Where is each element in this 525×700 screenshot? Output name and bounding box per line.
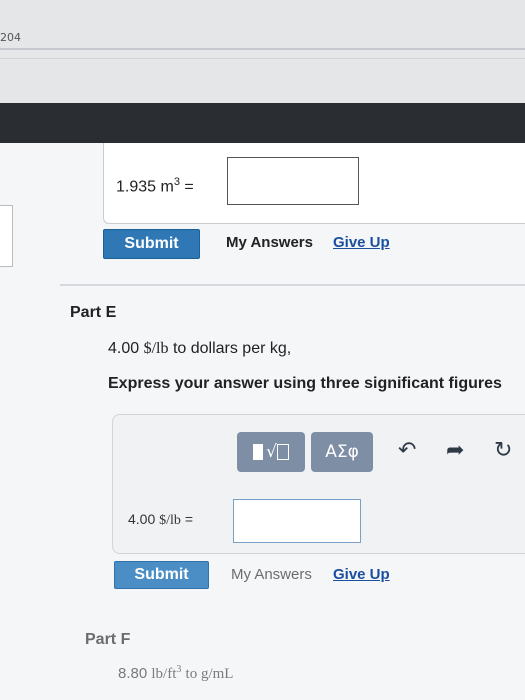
my-answers-link-part-d[interactable]: My Answers <box>226 234 313 251</box>
problem-unit-exponent: 3 <box>176 664 182 675</box>
problem-unit: $/lb <box>143 340 169 357</box>
part-e-problem: 4.00 $/lb to dollars per kg, <box>108 340 291 358</box>
problem-number: 8.80 <box>118 665 148 682</box>
templates-icon <box>253 444 264 460</box>
my-answers-link-part-e[interactable]: My Answers <box>231 566 312 583</box>
top-divider <box>0 48 525 50</box>
expression-text: 1.935 m <box>116 178 174 196</box>
give-up-link-part-d[interactable]: Give Up <box>333 234 390 251</box>
reset-icon[interactable]: ↻ <box>494 438 512 463</box>
undo-icon[interactable]: ↶ <box>398 438 416 463</box>
side-panel-edge <box>0 205 13 267</box>
page-number: 204 <box>0 31 21 44</box>
part-e-title: Part E <box>70 304 117 321</box>
radical-icon: √ <box>266 442 277 462</box>
problem-text: to dollars per kg, <box>172 340 292 357</box>
submit-button-part-e[interactable]: Submit <box>114 561 209 589</box>
header-bar <box>0 103 525 143</box>
answer-expression: 1.935 m3 = <box>116 176 194 196</box>
problem-number: 4.00 <box>108 340 140 357</box>
equals-sign: = <box>184 511 193 527</box>
top-divider-2 <box>0 58 525 59</box>
give-up-link-part-e[interactable]: Give Up <box>333 566 390 583</box>
part-e-instruction: Express your answer using three signific… <box>108 375 502 392</box>
symbols-button[interactable]: ΑΣφ <box>311 432 373 472</box>
problem-unit-base: lb/ft <box>151 666 177 682</box>
box-icon <box>276 444 289 460</box>
answer-input-part-e[interactable] <box>233 499 361 543</box>
answer-input-part-d[interactable] <box>227 157 359 205</box>
answer-expression-part-e: 4.00 $/lb = <box>128 511 193 529</box>
answer-unit: $/lb <box>159 513 181 528</box>
redo-icon[interactable]: ➦ <box>446 438 464 463</box>
equals-sign: = <box>184 178 194 196</box>
answer-prefix: 4.00 <box>128 511 156 527</box>
problem-text: to g/mL <box>185 666 234 682</box>
browser-top-area <box>0 0 525 105</box>
expression-exponent: 3 <box>173 176 180 188</box>
section-divider <box>60 284 525 286</box>
submit-button-part-d[interactable]: Submit <box>103 229 200 259</box>
part-f-problem: 8.80 lb/ft3 to g/mL <box>118 664 233 683</box>
templates-button[interactable]: √ <box>237 432 305 472</box>
part-f-title: Part F <box>85 631 131 648</box>
